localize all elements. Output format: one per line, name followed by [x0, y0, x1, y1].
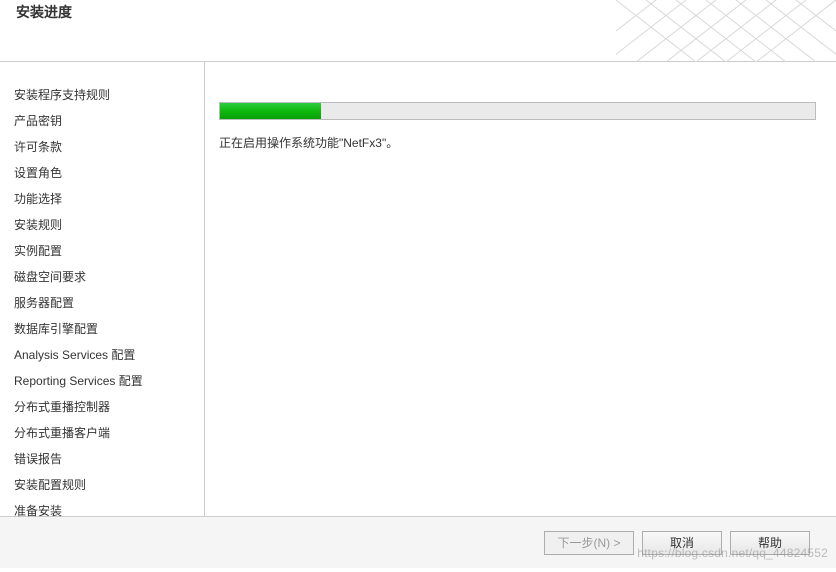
sidebar-item: 分布式重播控制器: [14, 394, 204, 420]
sidebar-item: 数据库引擎配置: [14, 316, 204, 342]
header-decor-pattern: [616, 0, 836, 62]
sidebar-item: Reporting Services 配置: [14, 368, 204, 394]
main-area: 安装程序支持规则 产品密钥 许可条款 设置角色 功能选择 安装规则 实例配置 磁…: [0, 62, 836, 516]
cancel-button[interactable]: 取消: [642, 531, 722, 555]
progress-fill: [220, 103, 321, 119]
sidebar-item: Analysis Services 配置: [14, 342, 204, 368]
sidebar-item: 功能选择: [14, 186, 204, 212]
sidebar: 安装程序支持规则 产品密钥 许可条款 设置角色 功能选择 安装规则 实例配置 磁…: [0, 62, 205, 516]
progress-bar: [219, 102, 816, 120]
header: 安装进度: [0, 0, 836, 62]
sidebar-item: 设置角色: [14, 160, 204, 186]
sidebar-item: 服务器配置: [14, 290, 204, 316]
sidebar-item: 安装规则: [14, 212, 204, 238]
progress-container: [219, 102, 816, 120]
page-title: 安装进度: [16, 2, 72, 22]
status-text: 正在启用操作系统功能"NetFx3"。: [219, 134, 816, 151]
sidebar-item: 安装配置规则: [14, 472, 204, 498]
sidebar-item: 分布式重播客户端: [14, 420, 204, 446]
sidebar-item: 磁盘空间要求: [14, 264, 204, 290]
content-panel: 正在启用操作系统功能"NetFx3"。: [205, 62, 836, 516]
sidebar-item: 许可条款: [14, 134, 204, 160]
sidebar-item: 错误报告: [14, 446, 204, 472]
sidebar-item: 实例配置: [14, 238, 204, 264]
sidebar-item: 安装程序支持规则: [14, 82, 204, 108]
help-button[interactable]: 帮助: [730, 531, 810, 555]
sidebar-item: 产品密钥: [14, 108, 204, 134]
next-button[interactable]: 下一步(N) >: [544, 531, 634, 555]
sidebar-item: 准备安装: [14, 498, 204, 524]
